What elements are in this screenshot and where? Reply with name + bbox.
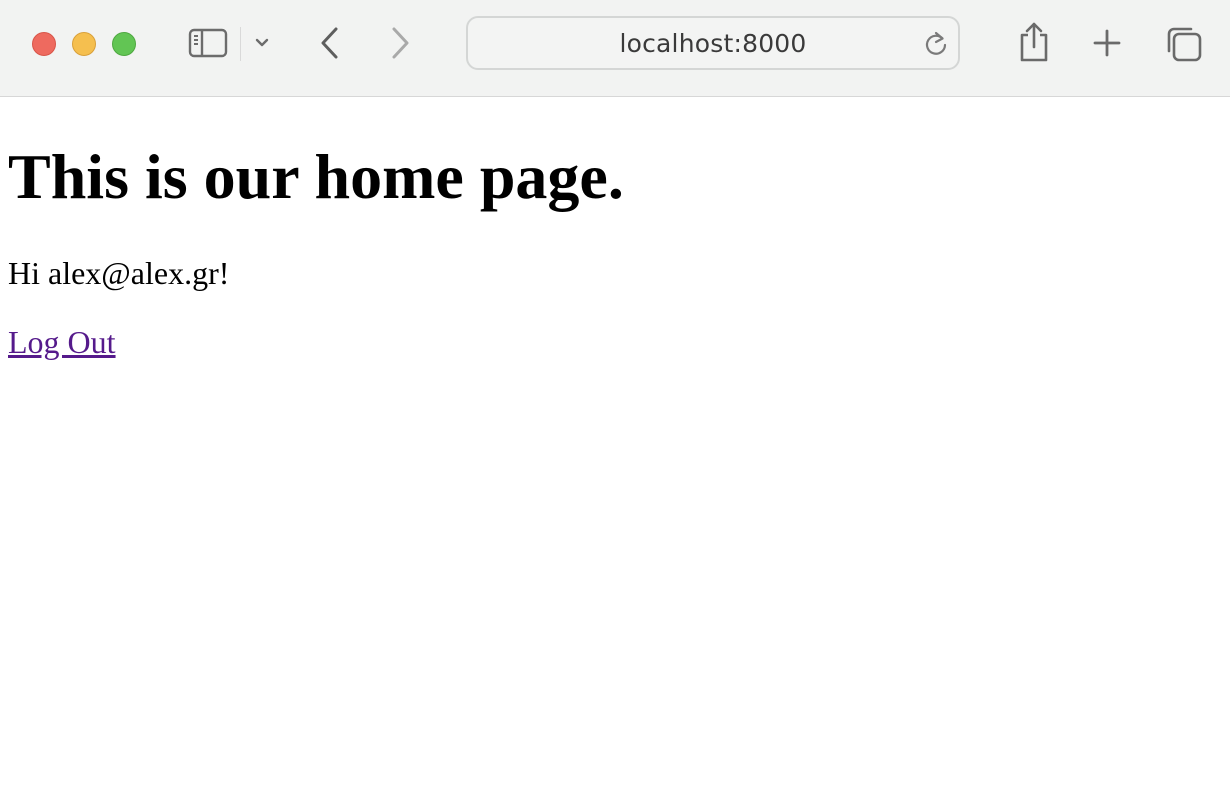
tab-group-menu-button[interactable]	[250, 30, 274, 56]
browser-window: localhost:8000 This is our home page. Hi…	[0, 0, 1230, 786]
browser-toolbar: localhost:8000	[0, 0, 1230, 97]
page-title: This is our home page.	[8, 141, 624, 212]
tab-overview-button[interactable]	[1164, 24, 1204, 64]
tabs-overview-icon	[1167, 27, 1202, 62]
new-tab-button[interactable]	[1090, 26, 1124, 60]
toolbar-divider	[240, 27, 241, 61]
sidebar-icon	[188, 28, 228, 58]
reload-button[interactable]	[920, 28, 952, 60]
chevron-right-icon	[392, 27, 409, 59]
logout-link[interactable]: Log Out	[8, 322, 116, 362]
chevron-down-icon	[255, 38, 269, 47]
plus-icon	[1093, 29, 1121, 57]
forward-button[interactable]	[384, 24, 416, 62]
address-bar-url: localhost:8000	[619, 28, 807, 58]
share-button[interactable]	[1014, 20, 1054, 64]
reload-icon	[925, 31, 947, 55]
sidebar-toggle-button[interactable]	[186, 26, 230, 60]
close-window-button[interactable]	[32, 32, 56, 56]
back-button[interactable]	[314, 24, 346, 62]
zoom-window-button[interactable]	[112, 32, 136, 56]
share-icon	[1020, 22, 1048, 62]
chevron-left-icon	[321, 27, 338, 59]
minimize-window-button[interactable]	[72, 32, 96, 56]
page-content: This is our home page. Hi alex@alex.gr! …	[0, 97, 1230, 786]
address-bar[interactable]: localhost:8000	[466, 16, 960, 70]
greeting-text: Hi alex@alex.gr!	[8, 255, 230, 291]
